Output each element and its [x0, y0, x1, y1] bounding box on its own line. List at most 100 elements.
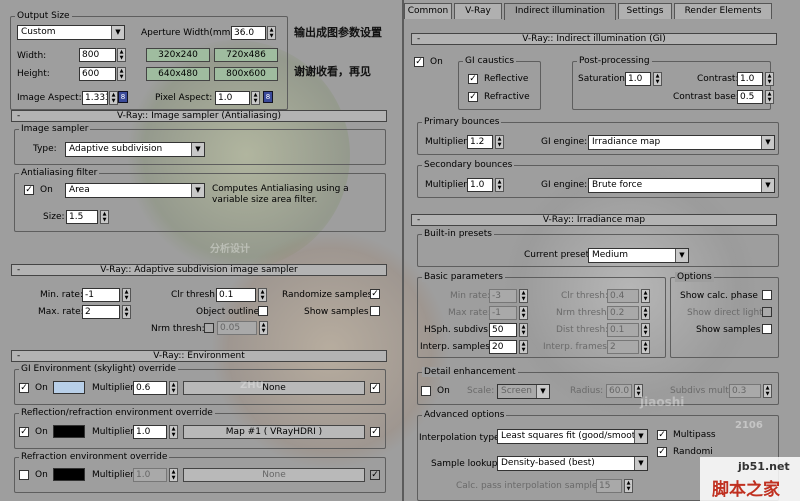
adaptive-clr-spinner[interactable]: ▲ ▼	[258, 288, 267, 302]
show-direct-light-checkbox[interactable]	[762, 307, 772, 317]
refractive-checkbox[interactable]: ✓	[468, 92, 478, 102]
primary-mult-input[interactable]: 1.2	[467, 135, 493, 149]
irradiance-rollout-header[interactable]: - V-Ray:: Irradiance map	[411, 214, 777, 226]
output-preset-dropdown[interactable]: Custom ▼	[17, 25, 125, 40]
randomize-samples-checkbox[interactable]: ✓	[370, 289, 380, 299]
saturation-input[interactable]: 1.0	[625, 72, 651, 86]
adaptive-clr-input[interactable]: 0.1	[216, 288, 256, 302]
radius-input[interactable]: 60.0	[606, 384, 632, 398]
irr-min-input[interactable]: -3	[489, 289, 517, 303]
object-outline-checkbox[interactable]	[258, 306, 268, 316]
interp-type-dropdown[interactable]: Least squares fit (good/smooth ▼	[497, 429, 648, 444]
calc-pass-spinner[interactable]: ▲ ▼	[624, 479, 633, 493]
gi-env-on-checkbox[interactable]: ✓	[19, 383, 29, 393]
show-calc-phase-checkbox[interactable]	[762, 290, 772, 300]
scale-dropdown[interactable]: Screen ▼	[497, 384, 550, 399]
hsph-spinner[interactable]: ▲ ▼	[519, 323, 528, 337]
irr-show-samples-checkbox[interactable]	[762, 324, 772, 334]
secondary-mult-input[interactable]: 1.0	[467, 178, 493, 192]
nrm-thresh-input[interactable]: 0.05	[217, 321, 257, 335]
detail-on-checkbox[interactable]	[421, 386, 431, 396]
refr-env-mult-spinner[interactable]: ▲ ▼	[169, 468, 178, 482]
res-320x240-button[interactable]: 320x240	[146, 48, 210, 62]
primary-mult-spinner[interactable]: ▲ ▼	[495, 135, 504, 149]
tab-vray[interactable]: V-Ray	[454, 3, 502, 19]
aa-filter-dropdown[interactable]: Area ▼	[65, 183, 205, 198]
height-spinner[interactable]: ▲ ▼	[117, 67, 126, 81]
refl-env-on-checkbox[interactable]: ✓	[19, 427, 29, 437]
multipass-checkbox[interactable]: ✓	[657, 430, 667, 440]
refr-env-color-swatch[interactable]	[53, 468, 85, 481]
interp-samples-spinner[interactable]: ▲ ▼	[519, 340, 528, 354]
subdivs-mult-input[interactable]: 0.3	[729, 384, 761, 398]
refl-env-color-swatch[interactable]	[53, 425, 85, 438]
interp-samples-input[interactable]: 20	[489, 340, 517, 354]
adaptive-min-input[interactable]: -1	[82, 288, 120, 302]
environment-rollout-header[interactable]: - V-Ray:: Environment	[11, 350, 387, 362]
irr-nrm-input[interactable]: 0.2	[607, 306, 639, 320]
lock-icon[interactable]: 8	[263, 91, 273, 103]
nrm-thresh-checkbox[interactable]	[204, 323, 214, 333]
irr-frames-input[interactable]: 2	[607, 340, 639, 354]
aa-size-input[interactable]: 1.5	[66, 210, 98, 224]
calc-pass-input[interactable]: 15	[596, 479, 622, 493]
hsph-input[interactable]: 50	[489, 323, 517, 337]
refr-env-map-checkbox[interactable]: ✓	[370, 470, 380, 480]
refl-env-mult-input[interactable]: 1.0	[133, 425, 167, 439]
nrm-thresh-spinner[interactable]: ▲ ▼	[259, 321, 268, 335]
irr-dist-input[interactable]: 0.1	[607, 323, 639, 337]
current-preset-dropdown[interactable]: Medium ▼	[588, 248, 689, 263]
aa-on-checkbox[interactable]: ✓	[24, 185, 34, 195]
irr-max-input[interactable]: -1	[489, 306, 517, 320]
irr-min-spinner[interactable]: ▲ ▼	[519, 289, 528, 303]
adaptive-min-spinner[interactable]: ▲ ▼	[122, 288, 131, 302]
image-aspect-spinner[interactable]: ▲ ▼	[109, 91, 118, 105]
refl-env-mult-spinner[interactable]: ▲ ▼	[169, 425, 178, 439]
sampler-type-dropdown[interactable]: Adaptive subdivision ▼	[65, 142, 205, 157]
pixel-aspect-spinner[interactable]: ▲ ▼	[251, 91, 260, 105]
refl-env-map-button[interactable]: Map #1 ( VRayHDRI )	[183, 425, 365, 439]
aperture-input[interactable]: 36.0	[231, 26, 266, 40]
tab-indirect-illumination[interactable]: Indirect illumination	[504, 3, 616, 20]
subdivs-mult-spinner[interactable]: ▲ ▼	[763, 384, 772, 398]
adaptive-max-input[interactable]: 2	[82, 305, 120, 319]
aa-size-spinner[interactable]: ▲ ▼	[100, 210, 109, 224]
gi-rollout-header[interactable]: - V-Ray:: Indirect illumination (GI)	[411, 33, 777, 45]
refr-env-on-checkbox[interactable]	[19, 470, 29, 480]
contrast-base-input[interactable]: 0.5	[737, 90, 763, 104]
randomize-checkbox[interactable]: ✓	[657, 447, 667, 457]
gi-env-color-swatch[interactable]	[53, 381, 85, 394]
contrast-base-spinner[interactable]: ▲ ▼	[765, 90, 774, 104]
refl-env-map-checkbox[interactable]: ✓	[370, 427, 380, 437]
irr-clr-input[interactable]: 0.4	[607, 289, 639, 303]
pixel-aspect-input[interactable]: 1.0	[215, 91, 250, 105]
gi-env-map-checkbox[interactable]: ✓	[370, 383, 380, 393]
image-aspect-input[interactable]: 1.333	[82, 91, 108, 105]
gi-on-checkbox[interactable]: ✓	[414, 57, 424, 67]
refr-env-map-button[interactable]: None	[183, 468, 365, 482]
secondary-mult-spinner[interactable]: ▲ ▼	[495, 178, 504, 192]
gi-env-mult-input[interactable]: 0.6	[133, 381, 167, 395]
contrast-input[interactable]: 1.0	[737, 72, 763, 86]
width-spinner[interactable]: ▲ ▼	[117, 48, 126, 62]
irr-nrm-spinner[interactable]: ▲ ▼	[641, 306, 650, 320]
irr-frames-spinner[interactable]: ▲ ▼	[641, 340, 650, 354]
gi-env-map-button[interactable]: None	[183, 381, 365, 395]
res-640x480-button[interactable]: 640x480	[146, 67, 210, 81]
show-samples-checkbox[interactable]	[370, 306, 380, 316]
lock-icon[interactable]: 8	[118, 91, 128, 103]
adaptive-max-spinner[interactable]: ▲ ▼	[122, 305, 131, 319]
tab-common[interactable]: Common	[404, 3, 452, 19]
res-800x600-button[interactable]: 800x600	[214, 67, 278, 81]
refr-env-mult-input[interactable]: 1.0	[133, 468, 167, 482]
image-sampler-rollout-header[interactable]: - V-Ray:: Image sampler (Antialiasing)	[11, 110, 387, 122]
irr-dist-spinner[interactable]: ▲ ▼	[641, 323, 650, 337]
primary-engine-dropdown[interactable]: Irradiance map ▼	[588, 135, 775, 150]
adaptive-sampler-rollout-header[interactable]: - V-Ray:: Adaptive subdivision image samp…	[11, 264, 387, 276]
tab-settings[interactable]: Settings	[618, 3, 672, 19]
tab-render-elements[interactable]: Render Elements	[674, 3, 772, 19]
secondary-engine-dropdown[interactable]: Brute force ▼	[588, 178, 775, 193]
irr-clr-spinner[interactable]: ▲ ▼	[641, 289, 650, 303]
irr-max-spinner[interactable]: ▲ ▼	[519, 306, 528, 320]
height-input[interactable]: 600	[79, 67, 116, 81]
